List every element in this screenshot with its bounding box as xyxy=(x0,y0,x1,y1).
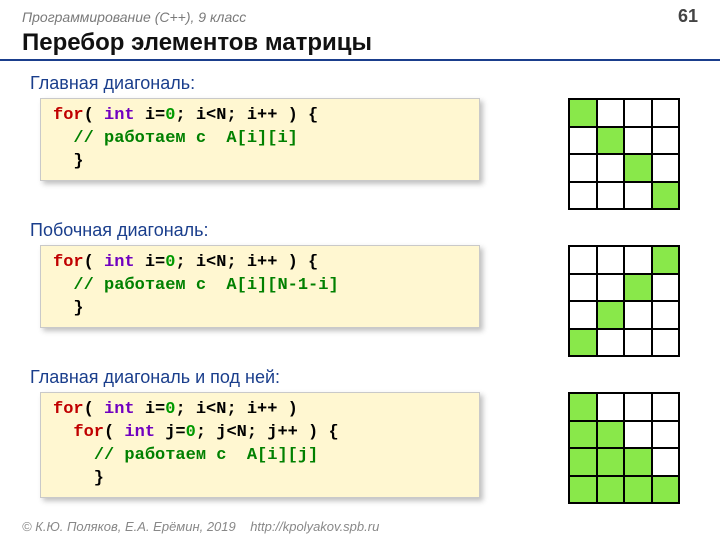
matrix-cell xyxy=(597,448,625,476)
section-3-row: for( int i=0; i<N; i++ ) for( int j=0; j… xyxy=(0,392,720,504)
matrix-cell xyxy=(624,421,652,449)
matrix-cell xyxy=(569,329,597,357)
slide-footer: © К.Ю. Поляков, Е.А. Ерёмин, 2019 http:/… xyxy=(22,519,379,534)
matrix-cell xyxy=(652,421,680,449)
matrix-cell xyxy=(624,99,652,127)
matrix-cell xyxy=(569,99,597,127)
section-2-label: Побочная диагональ: xyxy=(0,216,720,245)
matrix-cell xyxy=(624,329,652,357)
matrix-cell xyxy=(652,246,680,274)
matrix-cell xyxy=(624,246,652,274)
footer-url: http://kpolyakov.spb.ru xyxy=(250,519,379,534)
matrix-cell xyxy=(624,301,652,329)
section-1-label: Главная диагональ: xyxy=(0,69,720,98)
matrix-cell xyxy=(597,421,625,449)
matrix-cell xyxy=(569,476,597,504)
section-3-label: Главная диагональ и под ней: xyxy=(0,363,720,392)
matrix-cell xyxy=(652,393,680,421)
matrix-cell xyxy=(624,476,652,504)
matrix-cell xyxy=(569,393,597,421)
matrix-cell xyxy=(569,127,597,155)
slide-title: Перебор элементов матрицы xyxy=(0,29,720,61)
matrix-1 xyxy=(568,98,680,210)
course-name: Программирование (C++), 9 класс xyxy=(22,9,246,25)
matrix-cell xyxy=(569,246,597,274)
section-2-row: for( int i=0; i<N; i++ ) { // работаем с… xyxy=(0,245,720,357)
matrix-cell xyxy=(624,127,652,155)
page-number: 61 xyxy=(678,6,698,27)
matrix-cell xyxy=(652,329,680,357)
matrix-cell xyxy=(597,274,625,302)
matrix-cell xyxy=(569,154,597,182)
matrix-cell xyxy=(624,274,652,302)
codebox-3: for( int i=0; i<N; i++ ) for( int j=0; j… xyxy=(40,392,480,498)
matrix-cell xyxy=(624,448,652,476)
matrix-cell xyxy=(597,127,625,155)
matrix-cell xyxy=(652,476,680,504)
footer-copyright: © К.Ю. Поляков, Е.А. Ерёмин, 2019 xyxy=(22,519,236,534)
matrix-cell xyxy=(652,274,680,302)
matrix-cell xyxy=(624,393,652,421)
matrix-cell xyxy=(597,329,625,357)
matrix-cell xyxy=(597,154,625,182)
matrix-cell xyxy=(569,182,597,210)
matrix-cell xyxy=(652,154,680,182)
matrix-cell xyxy=(652,301,680,329)
matrix-cell xyxy=(569,274,597,302)
codebox-2: for( int i=0; i<N; i++ ) { // работаем с… xyxy=(40,245,480,328)
matrix-cell xyxy=(652,99,680,127)
matrix-cell xyxy=(624,182,652,210)
slide-header: Программирование (C++), 9 класс 61 xyxy=(0,0,720,29)
matrix-cell xyxy=(597,301,625,329)
matrix-cell xyxy=(652,182,680,210)
matrix-cell xyxy=(569,421,597,449)
matrix-cell xyxy=(597,393,625,421)
matrix-2 xyxy=(568,245,680,357)
matrix-cell xyxy=(569,448,597,476)
matrix-cell xyxy=(624,154,652,182)
matrix-cell xyxy=(652,127,680,155)
codebox-1: for( int i=0; i<N; i++ ) { // работаем с… xyxy=(40,98,480,181)
matrix-3 xyxy=(568,392,680,504)
matrix-cell xyxy=(597,182,625,210)
section-1-row: for( int i=0; i<N; i++ ) { // работаем с… xyxy=(0,98,720,210)
matrix-cell xyxy=(652,448,680,476)
matrix-cell xyxy=(597,246,625,274)
matrix-cell xyxy=(569,301,597,329)
matrix-cell xyxy=(597,476,625,504)
matrix-cell xyxy=(597,99,625,127)
